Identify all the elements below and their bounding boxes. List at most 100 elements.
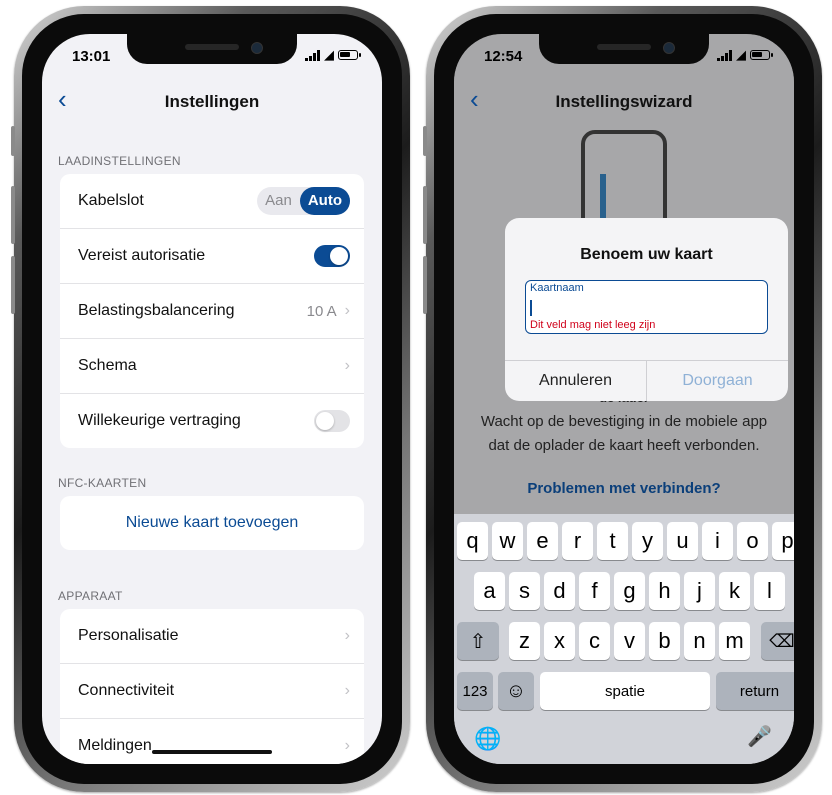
nfc-card: Nieuwe kaart toevoegen xyxy=(60,496,364,550)
add-card-button[interactable]: Nieuwe kaart toevoegen xyxy=(60,496,364,550)
autorisatie-toggle[interactable] xyxy=(314,245,350,267)
notch xyxy=(539,34,709,64)
key-i[interactable]: i xyxy=(702,522,733,560)
key-z[interactable]: z xyxy=(509,622,540,660)
key-u[interactable]: u xyxy=(667,522,698,560)
status-time: 13:01 xyxy=(72,48,111,65)
return-key[interactable]: return xyxy=(716,672,794,710)
key-n[interactable]: n xyxy=(684,622,715,660)
connectiviteit-label: Connectiviteit xyxy=(78,682,175,699)
microphone-icon[interactable]: 🎤 xyxy=(747,724,772,749)
key-a[interactable]: a xyxy=(474,572,505,610)
backspace-key-icon[interactable]: ⌫ xyxy=(761,622,794,660)
volume-up-button xyxy=(11,186,15,244)
key-b[interactable]: b xyxy=(649,622,680,660)
personalisatie-label: Personalisatie xyxy=(78,627,179,644)
key-r[interactable]: r xyxy=(562,522,593,560)
signal-icon xyxy=(305,49,320,61)
section-header-apparaat: APPARAAT xyxy=(58,589,123,603)
key-p[interactable]: p xyxy=(772,522,794,560)
chevron-right-icon: › xyxy=(344,682,350,699)
text-cursor xyxy=(530,300,532,316)
key-e[interactable]: e xyxy=(527,522,558,560)
key-y[interactable]: y xyxy=(632,522,663,560)
wait-text-line-1: Wacht op de bevestiging in de mobiele ap… xyxy=(480,413,768,430)
mute-switch xyxy=(423,126,427,156)
name-card-dialog: Benoem uw kaart Kaartnaam Dit veld mag n… xyxy=(505,218,788,401)
kabelslot-label: Kabelslot xyxy=(78,192,144,209)
vertraging-label: Willekeurige vertraging xyxy=(78,412,241,429)
key-w[interactable]: w xyxy=(492,522,523,560)
key-o[interactable]: o xyxy=(737,522,768,560)
key-h[interactable]: h xyxy=(649,572,680,610)
globe-icon[interactable]: 🌐 xyxy=(474,726,501,752)
key-s[interactable]: s xyxy=(509,572,540,610)
key-j[interactable]: j xyxy=(684,572,715,610)
bezel: 13:01 ◢ ‹ Instellingen LAADINSTELLINGEN … xyxy=(22,14,402,784)
card-name-error: Dit veld mag niet leeg zijn xyxy=(530,319,656,331)
row-kabelslot: Kabelslot Aan Auto xyxy=(60,174,364,229)
signal-icon xyxy=(717,49,732,61)
belastingsbalancering-value: 10 A xyxy=(306,302,337,320)
dialog-buttons: Annuleren Doorgaan xyxy=(505,360,788,401)
vertraging-toggle[interactable] xyxy=(314,410,350,432)
status-time: 12:54 xyxy=(484,48,523,65)
volume-up-button xyxy=(423,186,427,244)
chevron-right-icon: › xyxy=(344,737,350,754)
space-key[interactable]: spatie xyxy=(540,672,710,710)
keyboard: q w e r t y u i o p a s d f g h j k l ⇧ … xyxy=(454,514,794,764)
key-v[interactable]: v xyxy=(614,622,645,660)
numbers-key[interactable]: 123 xyxy=(457,672,493,710)
autorisatie-label: Vereist autorisatie xyxy=(78,247,206,264)
wait-text-line-2: dat de oplader de kaart heeft verbonden. xyxy=(488,437,760,454)
key-k[interactable]: k xyxy=(719,572,750,610)
emoji-key-icon[interactable]: ☺ xyxy=(498,672,534,710)
key-d[interactable]: d xyxy=(544,572,575,610)
volume-down-button xyxy=(423,256,427,314)
row-meldingen[interactable]: Meldingen › xyxy=(60,719,364,764)
key-l[interactable]: l xyxy=(754,572,785,610)
schema-label: Schema xyxy=(78,357,137,374)
page-title: Instellingswizard xyxy=(555,92,693,111)
dialog-title: Benoem uw kaart xyxy=(580,246,713,263)
kabelslot-option-aan[interactable]: Aan xyxy=(257,187,300,215)
row-vereist-autorisatie: Vereist autorisatie xyxy=(60,229,364,284)
wifi-icon: ◢ xyxy=(736,47,746,62)
row-personalisatie[interactable]: Personalisatie › xyxy=(60,609,364,664)
key-m[interactable]: m xyxy=(719,622,750,660)
battery-icon xyxy=(338,50,361,60)
card-name-input[interactable]: Kaartnaam Dit veld mag niet leeg zijn xyxy=(525,280,768,334)
key-g[interactable]: g xyxy=(614,572,645,610)
section-header-nfc-kaarten: NFC-KAARTEN xyxy=(58,476,147,490)
laadinstellingen-card: Kabelslot Aan Auto Vereist autorisatie B… xyxy=(60,174,364,448)
key-q[interactable]: q xyxy=(457,522,488,560)
right-phone: 12:54 ◢ ‹ Instellingswizard de lader Wac… xyxy=(423,6,822,792)
settings-screen: 13:01 ◢ ‹ Instellingen LAADINSTELLINGEN … xyxy=(42,34,382,764)
key-c[interactable]: c xyxy=(579,622,610,660)
help-link[interactable]: Problemen met verbinden? xyxy=(454,480,794,497)
volume-down-button xyxy=(11,256,15,314)
navigation-bar: ‹ Instellingswizard xyxy=(454,80,794,120)
chevron-right-icon: › xyxy=(344,357,350,374)
row-schema[interactable]: Schema › xyxy=(60,339,364,394)
key-x[interactable]: x xyxy=(544,622,575,660)
row-connectiviteit[interactable]: Connectiviteit › xyxy=(60,664,364,719)
continue-button[interactable]: Doorgaan xyxy=(647,361,788,401)
key-f[interactable]: f xyxy=(579,572,610,610)
battery-icon xyxy=(750,50,773,60)
wifi-icon: ◢ xyxy=(324,47,334,62)
status-icons: ◢ xyxy=(305,47,361,63)
status-icons: ◢ xyxy=(717,47,773,63)
row-belastingsbalancering[interactable]: Belastingsbalancering 10 A › xyxy=(60,284,364,339)
cancel-button[interactable]: Annuleren xyxy=(505,361,647,401)
bezel: 12:54 ◢ ‹ Instellingswizard de lader Wac… xyxy=(434,14,814,784)
kabelslot-segmented-control[interactable]: Aan Auto xyxy=(257,187,350,215)
card-name-label: Kaartnaam xyxy=(530,282,584,294)
chevron-right-icon: › xyxy=(344,302,350,319)
home-indicator[interactable] xyxy=(152,750,272,754)
shift-key-icon[interactable]: ⇧ xyxy=(457,622,499,660)
belastingsbalancering-label: Belastingsbalancering xyxy=(78,302,235,319)
key-t[interactable]: t xyxy=(597,522,628,560)
page-title: Instellingen xyxy=(164,92,260,111)
kabelslot-option-auto[interactable]: Auto xyxy=(299,187,350,215)
